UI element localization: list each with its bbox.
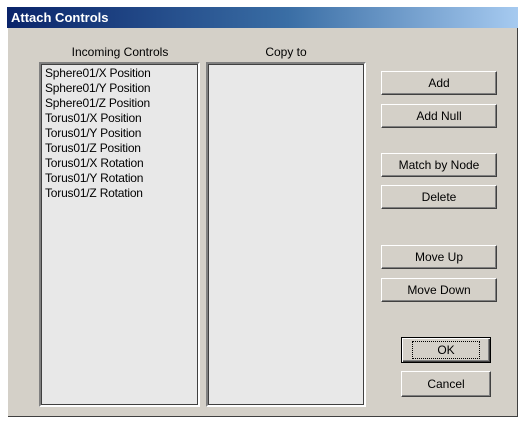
list-item[interactable]: Sphere01/X Position <box>45 66 198 81</box>
add-null-button[interactable]: Add Null <box>381 104 497 128</box>
list-item[interactable]: Torus01/X Rotation <box>45 156 198 171</box>
cancel-button[interactable]: Cancel <box>401 371 491 397</box>
list-item[interactable]: Sphere01/Y Position <box>45 81 198 96</box>
list-item[interactable]: Torus01/Z Position <box>45 141 198 156</box>
ok-button-label: OK <box>412 341 480 359</box>
incoming-controls-list[interactable]: Sphere01/X Position Sphere01/Y Position … <box>39 62 200 407</box>
list-item[interactable]: Torus01/X Position <box>45 111 198 126</box>
move-up-button[interactable]: Move Up <box>381 245 497 269</box>
incoming-controls-label: Incoming Controls <box>71 45 169 59</box>
list-item[interactable]: Sphere01/Z Position <box>45 96 198 111</box>
copy-to-list[interactable] <box>206 62 366 407</box>
copy-to-label: Copy to <box>265 45 307 59</box>
incoming-controls-items: Sphere01/X Position Sphere01/Y Position … <box>41 64 198 201</box>
ok-button[interactable]: OK <box>401 337 491 363</box>
list-item[interactable]: Torus01/Z Rotation <box>45 186 198 201</box>
attach-controls-dialog: Attach Controls Incoming Controls Copy t… <box>7 7 518 417</box>
list-item[interactable]: Torus01/Y Rotation <box>45 171 198 186</box>
delete-button[interactable]: Delete <box>381 185 497 209</box>
list-item[interactable]: Torus01/Y Position <box>45 126 198 141</box>
dialog-title-bar[interactable]: Attach Controls <box>7 7 518 28</box>
add-button[interactable]: Add <box>381 71 497 95</box>
dialog-title: Attach Controls <box>11 10 109 25</box>
move-down-button[interactable]: Move Down <box>381 278 497 302</box>
match-by-node-button[interactable]: Match by Node <box>381 153 497 177</box>
